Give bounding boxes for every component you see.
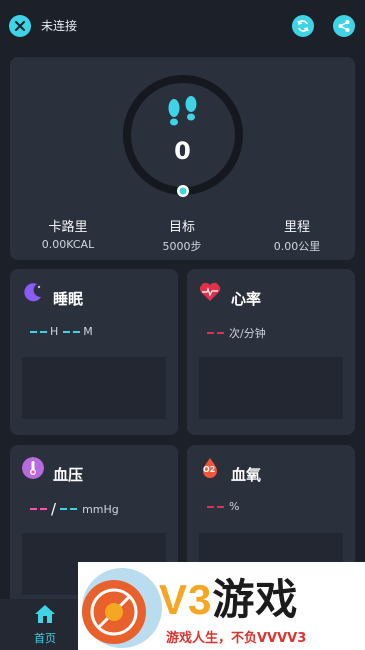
calories-value: 0.00KCAL <box>41 238 95 251</box>
ad-slogan: 游戏人生，不负VVVV3 <box>166 631 307 646</box>
refresh-icon <box>297 20 309 32</box>
disconnect-button[interactable] <box>9 15 31 37</box>
heart-rate-unit: 次/分钟 <box>229 327 266 340</box>
home-icon <box>35 605 55 623</box>
goal-stat: 目标 5000步 <box>127 216 237 254</box>
blood-oxygen-title: 血氧 <box>231 466 262 484</box>
connection-status: 未连接 <box>41 19 78 33</box>
step-count: 0 <box>174 137 191 165</box>
refresh-button[interactable] <box>292 15 314 37</box>
distance-label: 里程 <box>283 220 310 235</box>
ad-brand-latin: V3 <box>159 576 213 623</box>
v3-logo-icon <box>82 568 162 648</box>
share-button[interactable] <box>333 15 355 37</box>
heart-rate-title: 心率 <box>231 290 262 308</box>
sleep-title: 睡眠 <box>53 290 84 308</box>
top-bar: 未连接 <box>0 0 365 52</box>
ad-brand-cn: 游戏 <box>212 576 299 623</box>
ad-brand: V3游戏 <box>159 566 298 627</box>
distance-value: 0.00公里 <box>273 240 321 253</box>
moon-icon <box>24 283 41 302</box>
heart-icon <box>199 282 221 301</box>
close-icon <box>15 21 25 31</box>
calories-label: 卡路里 <box>48 220 88 235</box>
blood-oxygen-unit: % <box>229 500 240 513</box>
sleep-chart <box>22 357 166 419</box>
sleep-h-unit: H <box>50 325 59 338</box>
distance-stat: 里程 0.00公里 <box>242 216 352 254</box>
share-icon <box>338 20 350 32</box>
nav-home[interactable]: 首页 <box>25 604 65 646</box>
blood-pressure-separator: / <box>51 500 57 518</box>
oxygen-badge: O2 <box>203 465 216 474</box>
blood-pressure-reading: / mmHg <box>30 500 119 518</box>
blood-pressure-unit: mmHg <box>82 502 119 516</box>
footprints-icon <box>168 96 197 126</box>
nav-home-label: 首页 <box>34 632 56 645</box>
heart-rate-chart <box>199 357 343 419</box>
blood-pressure-title: 血压 <box>53 466 84 484</box>
goal-value: 5000步 <box>162 240 202 253</box>
blood-oxygen-reading: % <box>207 500 239 513</box>
steps-progress-ring <box>123 75 243 197</box>
sleep-m-unit: M <box>83 325 93 338</box>
calories-stat: 卡路里 0.00KCAL <box>13 216 123 251</box>
heart-rate-reading: 次/分钟 <box>207 325 266 341</box>
goal-label: 目标 <box>168 220 195 235</box>
sleep-reading: H M <box>30 325 93 338</box>
thermometer-icon <box>22 457 44 479</box>
